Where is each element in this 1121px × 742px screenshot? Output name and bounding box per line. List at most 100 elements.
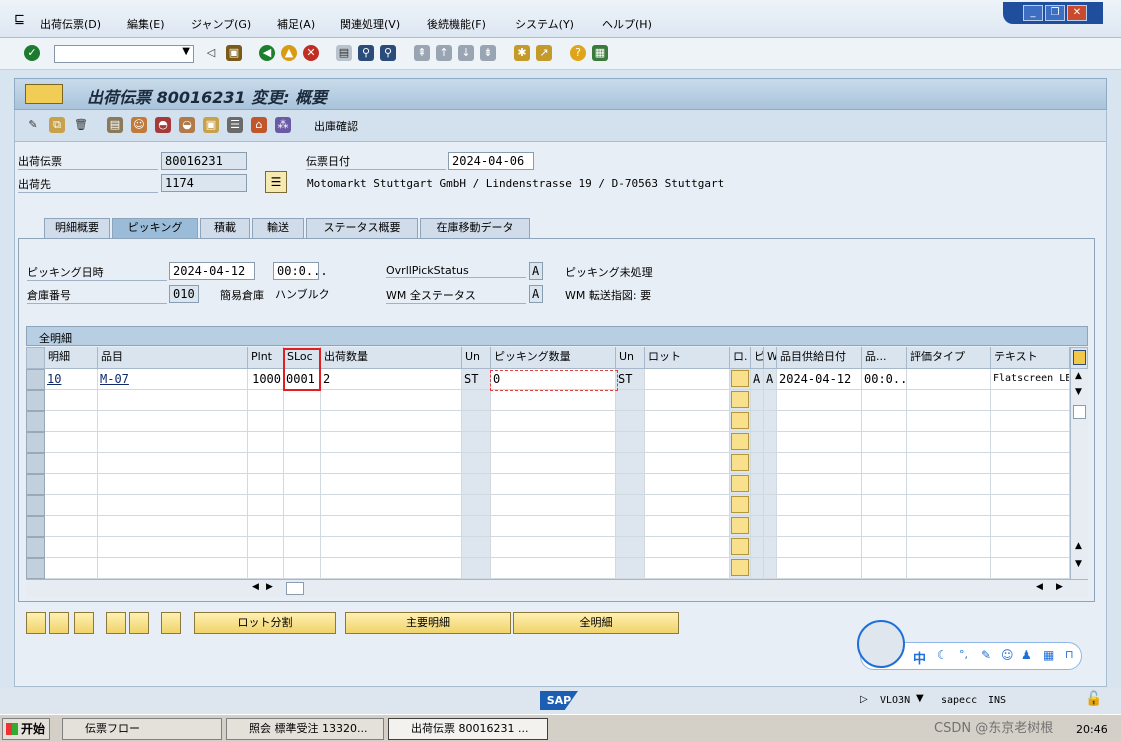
col-val-type-header[interactable]: 評価タイプ: [907, 347, 991, 369]
col-text-cell[interactable]: [991, 516, 1070, 537]
batch-split-indicator[interactable]: [731, 517, 749, 534]
scroll-down-icon[interactable]: ▼: [1075, 387, 1082, 397]
col-val-type-cell[interactable]: [907, 411, 991, 432]
col-plant-cell[interactable]: [248, 390, 284, 411]
delete-icon[interactable]: 🗑: [73, 117, 89, 133]
col-unit2-cell[interactable]: ST: [616, 369, 645, 390]
col-qty-cell[interactable]: [321, 390, 462, 411]
row-selector[interactable]: [26, 369, 45, 390]
tcode-chevron-icon[interactable]: ▼: [916, 693, 924, 704]
col-pick-qty-header[interactable]: ピッキング数量: [491, 347, 616, 369]
col-text-cell[interactable]: [991, 432, 1070, 453]
scroll-left-2-icon[interactable]: ◀: [1036, 582, 1043, 592]
package-icon[interactable]: ▣: [203, 117, 219, 133]
col-lo-cell[interactable]: [730, 474, 751, 495]
col-time-header[interactable]: 品...: [862, 347, 907, 369]
col-val-type-cell[interactable]: [907, 390, 991, 411]
find-icon[interactable]: ⚲: [358, 45, 374, 61]
col-plant-cell[interactable]: [248, 516, 284, 537]
batch-split-indicator[interactable]: [731, 370, 749, 387]
col-plant-cell[interactable]: [248, 474, 284, 495]
menu-goto[interactable]: ジャンプ(G): [191, 16, 251, 32]
task-doc-flow[interactable]: 伝票フロー: [62, 718, 222, 740]
col-pick-qty-cell[interactable]: [491, 432, 616, 453]
row-selector[interactable]: [26, 474, 45, 495]
detail-icon[interactable]: [26, 612, 46, 634]
col-pick-qty-cell[interactable]: [491, 453, 616, 474]
col-qty-cell[interactable]: [321, 537, 462, 558]
col-unit2-cell[interactable]: [616, 537, 645, 558]
deselect-all-icon[interactable]: [74, 612, 94, 634]
col-text-cell[interactable]: [991, 411, 1070, 432]
pick-time-field[interactable]: 00:0...: [273, 262, 328, 280]
lock-icon[interactable]: ⊓: [1065, 648, 1074, 661]
col-lot-cell[interactable]: [645, 369, 730, 390]
col-pick-qty-cell[interactable]: [491, 537, 616, 558]
delivery-field[interactable]: 80016231: [161, 152, 247, 170]
batch-split-indicator[interactable]: [731, 433, 749, 450]
batch-split-indicator[interactable]: [731, 475, 749, 492]
close-button[interactable]: ✕: [1067, 5, 1087, 21]
col-lo-cell[interactable]: [730, 516, 751, 537]
enter-icon[interactable]: ✓: [24, 45, 40, 61]
col-lot-cell[interactable]: [645, 558, 730, 579]
menu-subsequent[interactable]: 後続機能(F): [427, 16, 486, 32]
wrench-icon[interactable]: ✎: [981, 648, 991, 662]
col-qty-cell[interactable]: [321, 516, 462, 537]
col-material-header[interactable]: 品目: [98, 347, 248, 369]
col-unit-cell[interactable]: [462, 411, 491, 432]
scroll-left-icon[interactable]: ◀: [252, 582, 259, 592]
shipto-field[interactable]: 1174: [161, 174, 247, 192]
col-item-cell[interactable]: 10: [45, 369, 98, 390]
menu-help[interactable]: ヘルプ(H): [602, 16, 652, 32]
col-plant-cell[interactable]: [248, 453, 284, 474]
col-item-cell[interactable]: [45, 474, 98, 495]
h-scroll-thumb[interactable]: [286, 582, 304, 595]
col-unit-cell[interactable]: [462, 453, 491, 474]
col-wm-cell[interactable]: [764, 432, 777, 453]
col-lo-cell[interactable]: [730, 558, 751, 579]
exit-icon[interactable]: ▲: [281, 45, 297, 61]
batch-icon[interactable]: ⁂: [275, 117, 291, 133]
col-val-type-cell[interactable]: [907, 537, 991, 558]
col-qty-cell[interactable]: [321, 495, 462, 516]
col-qty-header[interactable]: 出荷数量: [321, 347, 462, 369]
menu-delivery[interactable]: 出荷伝票(D): [40, 16, 101, 32]
minimize-button[interactable]: _: [1023, 5, 1043, 21]
col-unit2-cell[interactable]: [616, 390, 645, 411]
col-material-cell[interactable]: [98, 453, 248, 474]
col-val-type-cell[interactable]: [907, 516, 991, 537]
col-item-cell[interactable]: [45, 390, 98, 411]
sales-icon[interactable]: ◒: [179, 117, 195, 133]
col-item-cell[interactable]: [45, 432, 98, 453]
col-wm-cell[interactable]: [764, 474, 777, 495]
col-unit-cell[interactable]: [462, 516, 491, 537]
grid-icon[interactable]: ▦: [1043, 648, 1054, 662]
help-icon[interactable]: ?: [570, 45, 586, 61]
col-qty-cell[interactable]: [321, 411, 462, 432]
col-plant-cell[interactable]: [248, 495, 284, 516]
col-material-cell[interactable]: [98, 390, 248, 411]
col-lo-header[interactable]: ロ.: [730, 347, 751, 369]
col-unit2-header[interactable]: Un: [616, 347, 645, 369]
col-date-cell[interactable]: 2024-04-12: [777, 369, 862, 390]
batch-split-indicator[interactable]: [731, 538, 749, 555]
col-pick-status-cell[interactable]: [751, 495, 764, 516]
layout-icon[interactable]: ▦: [592, 45, 608, 61]
col-wm-header[interactable]: W.: [764, 347, 777, 369]
col-date-cell[interactable]: [777, 516, 862, 537]
new-session-icon[interactable]: ✱: [514, 45, 530, 61]
row-selector[interactable]: [26, 537, 45, 558]
col-time-cell[interactable]: [862, 558, 907, 579]
col-pick-status-cell[interactable]: [751, 558, 764, 579]
task-sales-order[interactable]: 照会 標準受注 13320...: [226, 718, 384, 740]
col-pick-qty-cell[interactable]: [491, 390, 616, 411]
col-date-cell[interactable]: [777, 453, 862, 474]
col-lo-cell[interactable]: [730, 453, 751, 474]
col-unit2-cell[interactable]: [616, 432, 645, 453]
row-selector[interactable]: [26, 495, 45, 516]
status-expand-icon[interactable]: ▷: [860, 694, 868, 705]
col-wm-cell[interactable]: [764, 390, 777, 411]
col-text-cell[interactable]: [991, 537, 1070, 558]
col-lot-cell[interactable]: [645, 495, 730, 516]
